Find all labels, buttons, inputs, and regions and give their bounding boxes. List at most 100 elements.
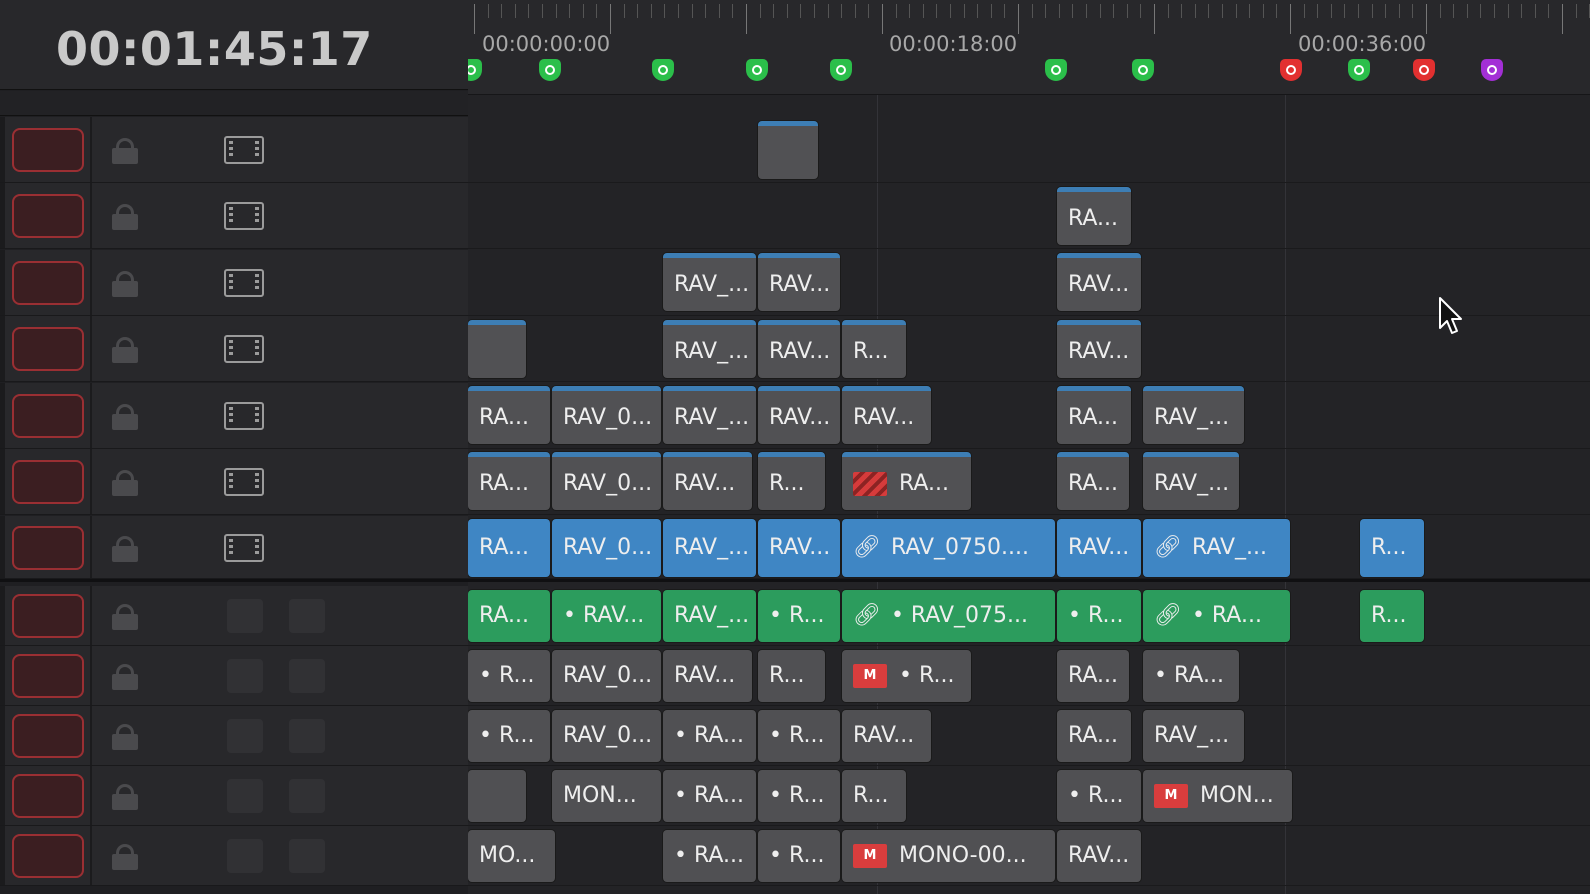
clip-v6[interactable]: RA... — [1057, 187, 1131, 245]
auto-select-icon[interactable] — [163, 400, 203, 430]
clip-v4[interactable]: RAV_... — [663, 320, 756, 378]
clip-a5[interactable]: • R... — [758, 830, 840, 882]
track-name-button[interactable] — [12, 394, 84, 438]
current-timecode[interactable]: 00:01:45:17 — [56, 22, 373, 76]
clip-v4[interactable] — [468, 320, 526, 378]
track-name-button[interactable] — [12, 128, 84, 172]
clip-a4[interactable]: • RA... — [663, 770, 756, 822]
clip-a2[interactable]: M • R... — [842, 650, 971, 702]
auto-select-icon[interactable] — [163, 660, 203, 690]
timeline-marker-icon[interactable] — [1132, 59, 1154, 87]
track-lane-v4[interactable] — [468, 316, 1590, 382]
track-name-button[interactable] — [12, 774, 84, 818]
clip-v1[interactable]: RAV... — [1057, 519, 1141, 577]
auto-select-icon[interactable] — [163, 333, 203, 363]
clip-v1[interactable]: 🔗︎ RAV_0750.... — [842, 519, 1055, 577]
solo-button[interactable] — [227, 839, 263, 873]
film-strip-icon[interactable] — [224, 269, 264, 297]
timeline-marker-icon[interactable] — [468, 59, 482, 87]
clip-v1[interactable]: RAV... — [758, 519, 840, 577]
auto-select-icon[interactable] — [163, 532, 203, 562]
mute-button[interactable] — [289, 659, 325, 693]
solo-button[interactable] — [227, 719, 263, 753]
mute-button[interactable] — [289, 779, 325, 813]
lock-icon[interactable] — [112, 271, 138, 297]
clip-v3[interactable]: RAV_... — [663, 386, 756, 444]
lock-icon[interactable] — [112, 337, 138, 363]
clip-v1[interactable]: RAV_... — [663, 519, 756, 577]
track-name-button[interactable] — [12, 525, 84, 570]
clip-a5[interactable]: RAV... — [1057, 830, 1141, 882]
clip-a3[interactable]: RAV_0... — [552, 710, 661, 762]
clip-a4[interactable]: • R... — [758, 770, 840, 822]
clip-a3[interactable]: • RA... — [663, 710, 756, 762]
clip-v2[interactable]: RAV_... — [1143, 452, 1239, 510]
lock-icon[interactable] — [112, 138, 138, 164]
film-strip-icon[interactable] — [224, 335, 264, 363]
clip-a1[interactable]: R... — [1360, 590, 1424, 642]
clip-a4[interactable]: MON... — [552, 770, 661, 822]
auto-select-icon[interactable] — [163, 267, 203, 297]
timeline-marker-icon[interactable] — [1413, 59, 1435, 87]
clip-a4[interactable] — [468, 770, 526, 822]
auto-select-icon[interactable] — [163, 720, 203, 750]
clip-v2[interactable]: RA... — [1057, 452, 1129, 510]
timeline-marker-icon[interactable] — [539, 59, 561, 87]
clip-a2[interactable]: RAV... — [663, 650, 752, 702]
track-name-button[interactable] — [12, 594, 84, 638]
auto-select-icon[interactable] — [163, 780, 203, 810]
clip-v3[interactable]: RA... — [468, 386, 550, 444]
clip-a4[interactable]: M MON... — [1143, 770, 1292, 822]
track-lane-v6[interactable] — [468, 183, 1590, 249]
film-strip-icon[interactable] — [224, 136, 264, 164]
clip-v1[interactable]: RA... — [468, 519, 550, 577]
clip-a3[interactable]: RAV... — [842, 710, 931, 762]
clip-a1[interactable]: RAV_... — [663, 590, 756, 642]
clip-v3[interactable]: RAV_0... — [552, 386, 661, 444]
clip-v4[interactable]: RAV... — [758, 320, 840, 378]
clip-v3[interactable]: RAV... — [842, 386, 931, 444]
auto-select-icon[interactable] — [163, 466, 203, 496]
mute-button[interactable] — [289, 599, 325, 633]
clip-a5[interactable]: • RA... — [663, 830, 756, 882]
clip-v7[interactable] — [758, 121, 818, 179]
clip-v1[interactable]: R... — [1360, 519, 1424, 577]
clip-v5[interactable]: RAV_... — [663, 253, 756, 311]
timeline-marker-icon[interactable] — [746, 59, 768, 87]
clip-v2[interactable]: R... — [758, 452, 825, 510]
track-name-button[interactable] — [12, 654, 84, 698]
lock-icon[interactable] — [112, 404, 138, 430]
film-strip-icon[interactable] — [224, 202, 264, 230]
clip-a1[interactable]: 🔗︎ • RAV_075... — [842, 590, 1055, 642]
lock-icon[interactable] — [112, 604, 138, 630]
lock-icon[interactable] — [112, 470, 138, 496]
clip-v3[interactable]: RAV... — [758, 386, 840, 444]
track-name-button[interactable] — [12, 714, 84, 758]
video-audio-divider[interactable] — [0, 579, 1590, 582]
timeline-marker-icon[interactable] — [1045, 59, 1067, 87]
clip-a3[interactable]: • R... — [468, 710, 550, 762]
clip-v3[interactable]: RA... — [1057, 386, 1131, 444]
clip-a2[interactable]: • R... — [468, 650, 550, 702]
clip-a3[interactable]: RA... — [1057, 710, 1131, 762]
timeline-marker-icon[interactable] — [1481, 59, 1503, 87]
clip-v4[interactable]: R... — [842, 320, 906, 378]
clip-a2[interactable]: • RA... — [1143, 650, 1239, 702]
clip-a1[interactable]: 🔗︎ • RA... — [1143, 590, 1290, 642]
clip-a4[interactable]: R... — [842, 770, 906, 822]
track-name-button[interactable] — [12, 327, 84, 371]
track-name-button[interactable] — [12, 194, 84, 238]
clip-v2[interactable]: RAV... — [663, 452, 752, 510]
track-name-button[interactable] — [12, 834, 84, 878]
clip-a1[interactable]: • RAV... — [552, 590, 661, 642]
clip-v3[interactable]: RAV_... — [1143, 386, 1244, 444]
clip-v4[interactable]: RAV... — [1057, 320, 1141, 378]
track-lane-v7[interactable] — [468, 117, 1590, 183]
clip-v1[interactable]: RAV_0... — [552, 519, 661, 577]
solo-button[interactable] — [227, 599, 263, 633]
track-name-button[interactable] — [12, 261, 84, 305]
clip-a2[interactable]: RA... — [1057, 650, 1129, 702]
film-strip-icon[interactable] — [224, 402, 264, 430]
lock-icon[interactable] — [112, 535, 138, 562]
time-ruler[interactable]: 00:00:00:00 00:00:18:00 00:00:36:00 — [468, 0, 1590, 95]
